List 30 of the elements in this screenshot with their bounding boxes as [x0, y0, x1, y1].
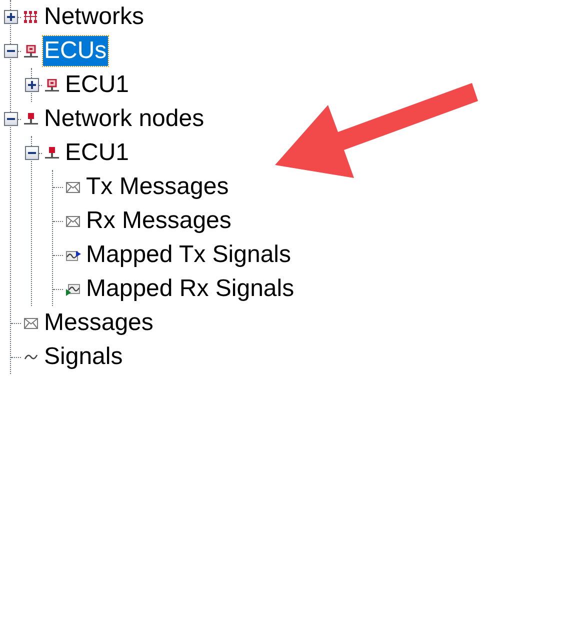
tree-item[interactable]: Mapped Tx Signals: [85, 240, 292, 270]
tree-item[interactable]: ECU1: [64, 70, 130, 100]
expand-button[interactable]: [4, 10, 18, 24]
computer-icon: [24, 44, 38, 58]
collapse-button[interactable]: [4, 112, 18, 126]
tree-item[interactable]: ECUs: [43, 36, 108, 66]
tree-item[interactable]: Signals: [43, 342, 124, 372]
tree-item[interactable]: ECU1: [64, 138, 130, 168]
envelope-icon: [66, 216, 80, 226]
collapse-button[interactable]: [4, 44, 18, 58]
plus-icon: [28, 81, 36, 89]
expand-button[interactable]: [25, 78, 39, 92]
computer-icon: [45, 78, 59, 92]
tree-item[interactable]: Networks: [43, 2, 146, 32]
tree-item[interactable]: Mapped Rx Signals: [85, 274, 296, 304]
minus-icon: [7, 115, 15, 123]
tree-item[interactable]: Tx Messages: [85, 172, 230, 202]
wave-icon: [24, 353, 38, 361]
minus-icon: [7, 47, 15, 55]
node-icon: [24, 113, 38, 125]
tree-item[interactable]: Messages: [43, 308, 154, 338]
collapse-button[interactable]: [25, 146, 39, 160]
node-icon: [45, 147, 59, 159]
envelope-icon: [24, 318, 38, 328]
tree-item[interactable]: Rx Messages: [85, 206, 232, 236]
plus-icon: [7, 13, 15, 21]
minus-icon: [28, 149, 36, 157]
network-icon: [24, 11, 38, 23]
envelope-icon: [66, 182, 80, 192]
tree-item[interactable]: Network nodes: [43, 104, 206, 134]
